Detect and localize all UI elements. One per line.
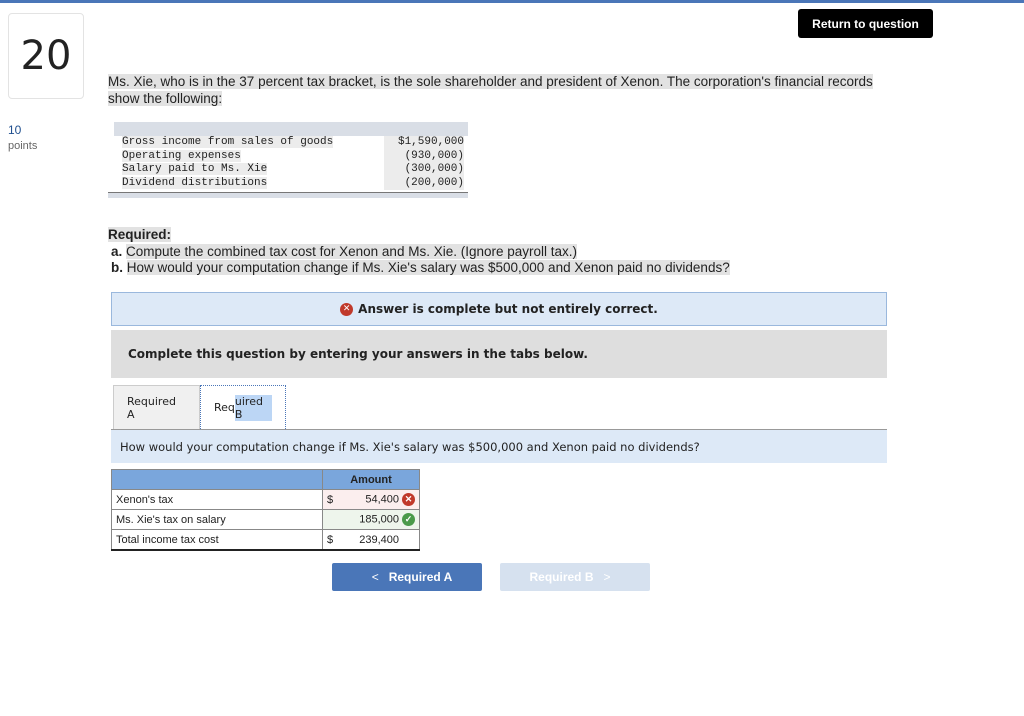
amount-input-xenon-tax[interactable]: 54,400 ✕ [337, 489, 420, 510]
tab-question-bar: How would your computation change if Ms.… [111, 429, 887, 463]
chevron-left-icon: < [371, 570, 379, 584]
top-accent-bar [0, 0, 1024, 3]
required-text: How would your computation change if Ms.… [126, 260, 730, 275]
amount-header: Amount [322, 469, 420, 490]
correct-check-icon: ✓ [402, 513, 415, 526]
amount-value: 239,400 [359, 533, 399, 546]
next-label: Required B [529, 570, 594, 584]
table-row: Xenon's tax $ 54,400 ✕ [111, 489, 420, 510]
currency-symbol [322, 509, 337, 530]
financial-table-header [114, 122, 468, 136]
intro-line-1: Ms. Xie, who is in the 37 percent tax br… [108, 74, 873, 89]
intro-line-2: show the following: [108, 91, 223, 106]
amount-value: 185,000 [359, 513, 399, 526]
financial-label: Gross income from sales of goods [122, 136, 334, 148]
alert-text: Answer is complete but not entirely corr… [358, 302, 658, 316]
amount-value: 54,400 [365, 493, 399, 506]
return-to-question-button[interactable]: Return to question [798, 9, 933, 38]
financial-row: Gross income from sales of goods $1,590,… [108, 136, 468, 150]
financial-label: Salary paid to Ms. Xie [122, 163, 268, 175]
tab-label-selection: uired B [234, 394, 272, 421]
next-required-b-button[interactable]: Required B > [500, 563, 650, 591]
required-item-b: b. How would your computation change if … [108, 260, 730, 277]
financial-label: Operating expenses [122, 149, 241, 162]
incorrect-icon: ✕ [402, 493, 415, 506]
currency-symbol: $ [322, 529, 337, 551]
financial-row: Salary paid to Ms. Xie (300,000) [108, 163, 468, 177]
question-intro: Ms. Xie, who is in the 37 percent tax br… [108, 73, 928, 107]
financial-label: Dividend distributions [122, 176, 268, 189]
question-number: 20 [8, 13, 84, 99]
financial-row: Dividend distributions (200,000) [108, 176, 468, 190]
required-letter: b. [111, 260, 123, 275]
tab-label: Req [214, 401, 235, 414]
points-label: points [8, 140, 38, 152]
table-row: Total income tax cost $ 239,400 [111, 529, 420, 551]
tab-required-a[interactable]: Required A [113, 385, 200, 429]
financial-value: (300,000) [384, 163, 464, 177]
required-heading: Required: [108, 227, 172, 242]
instruction-text: Complete this question by entering your … [128, 347, 588, 361]
financial-value: (200,000) [384, 176, 464, 190]
required-section: Required: a. Compute the combined tax co… [108, 227, 730, 277]
required-text: Compute the combined tax cost for Xenon … [126, 243, 578, 259]
tab-question-text: How would your computation change if Ms.… [120, 439, 700, 454]
financial-records-table: Gross income from sales of goods $1,590,… [108, 122, 468, 198]
financial-row: Operating expenses (930,000) [108, 149, 468, 163]
answer-table: Amount Xenon's tax $ 54,400 ✕ Ms. Xie's t… [111, 469, 420, 551]
total-amount: 239,400 [337, 529, 420, 551]
financial-value: (930,000) [384, 149, 464, 163]
amount-input-salary-tax[interactable]: 185,000 ✓ [337, 509, 420, 530]
row-label: Total income tax cost [111, 529, 323, 551]
question-number-text: 20 [20, 33, 72, 79]
answer-header-blank [111, 469, 323, 490]
financial-table-footer [108, 192, 468, 198]
x-circle-icon: ✕ [340, 302, 354, 316]
required-letter: a. [111, 243, 123, 259]
currency-symbol: $ [322, 489, 337, 510]
answer-header-row: Amount [111, 469, 420, 490]
prev-label: Required A [388, 570, 453, 584]
prev-required-a-button[interactable]: < Required A [332, 563, 482, 591]
instruction-banner: Complete this question by entering your … [111, 330, 887, 378]
answer-status-alert: ✕ Answer is complete but not entirely co… [111, 292, 887, 326]
tab-bar: Required A Req uired B [113, 385, 286, 429]
table-row: Ms. Xie's tax on salary 185,000 ✓ [111, 509, 420, 530]
row-label: Ms. Xie's tax on salary [111, 509, 323, 530]
required-item-a: a. Compute the combined tax cost for Xen… [108, 243, 730, 261]
tab-label: Required A [127, 394, 176, 421]
row-label: Xenon's tax [111, 489, 323, 510]
points-value: 10 [8, 123, 22, 137]
financial-value: $1,590,000 [384, 136, 464, 150]
tab-required-b[interactable]: Req uired B [200, 385, 286, 429]
chevron-right-icon: > [603, 570, 611, 584]
